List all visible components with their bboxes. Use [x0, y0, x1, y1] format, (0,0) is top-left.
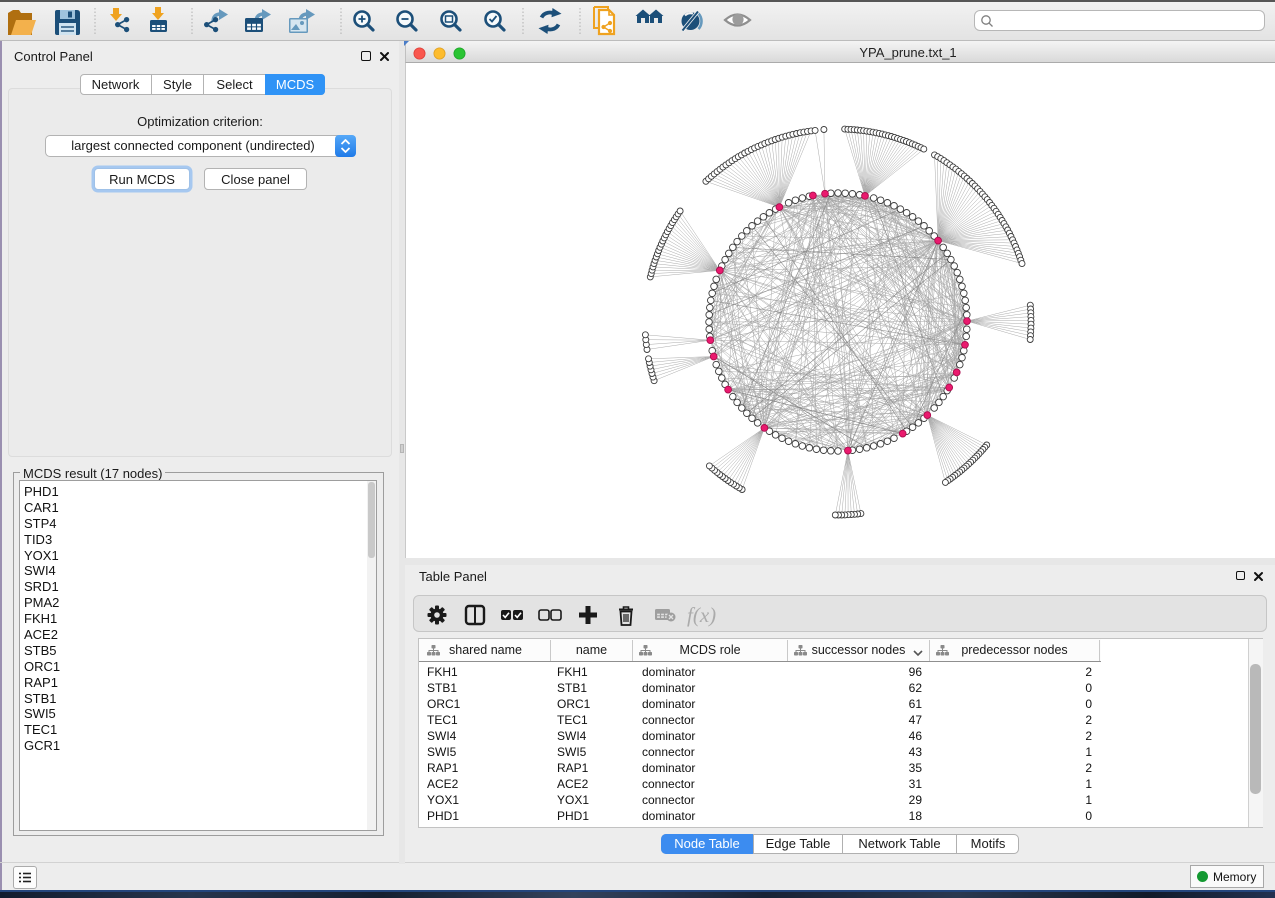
svg-text:f(x): f(x) [687, 603, 716, 627]
